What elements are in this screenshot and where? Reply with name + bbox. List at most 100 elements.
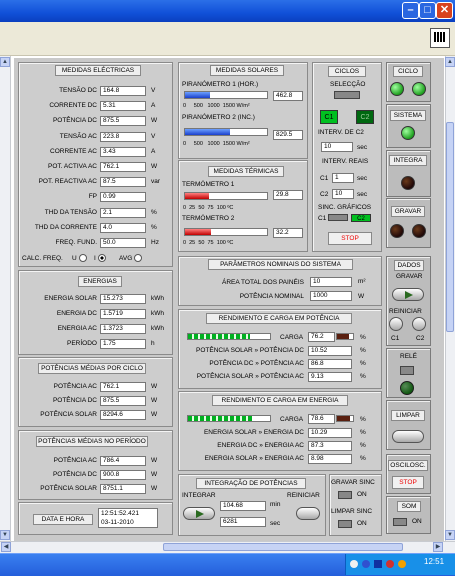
sound-toggle[interactable] bbox=[393, 518, 407, 526]
maximize-button[interactable]: □ bbox=[419, 2, 436, 19]
interv-real-c1-value: 1 bbox=[332, 173, 354, 183]
tray-update-icon[interactable] bbox=[398, 560, 406, 568]
horizontal-scroll-thumb[interactable] bbox=[163, 543, 403, 551]
c2-select-button[interactable]: C2 bbox=[356, 110, 374, 124]
taskbar-clock[interactable]: 12:51 bbox=[424, 557, 444, 566]
avg-period-row-value: 900.8 bbox=[100, 470, 146, 480]
vertical-scroll-thumb[interactable] bbox=[446, 122, 454, 332]
avg-period-title: POTÊNCIAS MÉDIAS NO PERÍODO bbox=[36, 436, 148, 447]
datetime-label: DATA E HORA bbox=[33, 514, 93, 525]
pyranometer-1-value: 462.8 bbox=[273, 91, 303, 101]
restart-integration-button[interactable] bbox=[296, 507, 320, 520]
cycles-stop-button[interactable]: STOP bbox=[328, 232, 372, 245]
close-button[interactable]: ✕ bbox=[436, 2, 453, 19]
save-sync-toggle[interactable] bbox=[338, 491, 352, 499]
restart-c2-button[interactable] bbox=[412, 317, 426, 331]
integrate-label: INTEGRAR bbox=[182, 492, 216, 499]
freq-opt-u[interactable]: U bbox=[72, 254, 87, 263]
electrical-row-value: 0.99 bbox=[100, 192, 146, 203]
restart-c1-button[interactable] bbox=[389, 317, 403, 331]
freq-opt-i-label: I bbox=[94, 255, 96, 262]
data-save-label: GRAVAR bbox=[396, 273, 423, 280]
radio-u-icon[interactable] bbox=[78, 254, 87, 263]
radio-i-icon[interactable] bbox=[97, 254, 106, 263]
avg-period-row-unit: W bbox=[151, 485, 158, 492]
tray-network-icon[interactable] bbox=[362, 560, 370, 568]
thermal-title: MEDIDAS TÉRMICAS bbox=[208, 166, 284, 177]
tick-100: 100 ºC bbox=[216, 240, 234, 246]
electrical-row-unit: var bbox=[151, 178, 161, 186]
pyranometer-1-label: PIRANÓMETRO 1 (HOR.) bbox=[182, 81, 259, 88]
scroll-down-left-icon[interactable]: ▼ bbox=[0, 530, 10, 540]
system-led-icon bbox=[401, 126, 415, 140]
minimize-button[interactable]: – bbox=[402, 2, 419, 19]
c1-select-button[interactable]: C1 bbox=[320, 110, 338, 124]
nominal-power-input[interactable]: 1000 bbox=[310, 291, 352, 301]
interv-c2-input[interactable]: 10 bbox=[321, 142, 353, 152]
radio-avg-icon[interactable] bbox=[134, 254, 143, 263]
avg-cycle-title: POTÊNCIAS MÉDIAS POR CICLO bbox=[38, 363, 146, 374]
left-scrollbar[interactable] bbox=[0, 56, 11, 541]
vi-icon[interactable] bbox=[430, 28, 450, 48]
electrical-row-label: CORRENTE DC bbox=[49, 102, 97, 110]
scroll-up-left-icon[interactable]: ▲ bbox=[0, 57, 10, 67]
electrical-row-unit: % bbox=[151, 208, 157, 216]
thermometer-2-value: 32.2 bbox=[273, 228, 303, 238]
electrical-row-value: 4.0 bbox=[100, 222, 146, 233]
tick-500: 500 bbox=[193, 141, 203, 147]
pyranometer-2-value: 829.5 bbox=[273, 130, 303, 140]
sound-on-label: ON bbox=[412, 518, 422, 525]
tick-500: 500 bbox=[193, 103, 203, 109]
avg-cycle-row-unit: W bbox=[151, 383, 158, 390]
scroll-down-icon[interactable]: ▼ bbox=[445, 530, 455, 540]
integration-sec-unit: sec bbox=[270, 520, 281, 527]
thermometer-1-value: 29.8 bbox=[273, 190, 303, 200]
integration-min-value: 104.68 bbox=[220, 501, 266, 511]
electrical-row-label: FP bbox=[88, 193, 97, 201]
clear-button[interactable] bbox=[392, 430, 424, 443]
electrical-row-label: TENSÃO AC bbox=[59, 132, 97, 140]
freq-opt-i[interactable]: I bbox=[94, 254, 106, 263]
electrical-row-value: 5.31 bbox=[100, 101, 146, 112]
tray-security-icon[interactable] bbox=[386, 560, 394, 568]
save-led-1-icon bbox=[390, 224, 404, 238]
tick-0: 0 bbox=[183, 240, 187, 246]
sync-graphs-toggle[interactable] bbox=[328, 214, 348, 221]
restart-c1-label: C1 bbox=[391, 335, 400, 342]
freq-opt-avg[interactable]: AVG bbox=[119, 254, 143, 263]
area-input[interactable]: 10 bbox=[310, 277, 352, 287]
electrical-row-label: POTÊNCIA DC bbox=[52, 117, 97, 125]
selection-toggle[interactable] bbox=[334, 91, 360, 99]
tray-media-icon[interactable] bbox=[374, 560, 382, 568]
interv-real-c1-label: C1 bbox=[320, 175, 329, 182]
tick-0: 0 bbox=[183, 205, 187, 211]
thermometer-1-bar bbox=[184, 192, 268, 200]
avg-cycle-row-value: 8294.6 bbox=[100, 410, 146, 420]
perf-power-row-label: POTÊNCIA DC » POTÊNCIA AC bbox=[209, 360, 304, 367]
clear-sync-toggle[interactable] bbox=[338, 520, 352, 528]
avg-cycle-row-value: 762.1 bbox=[100, 382, 146, 392]
electrical-row-label: FREQ. FUND. bbox=[55, 239, 97, 246]
restart-c2-label: C2 bbox=[416, 335, 425, 342]
save-sync-label: GRAVAR SINC bbox=[331, 479, 375, 486]
integration-title: INTEGRAÇÃO DE POTÊNCIAS bbox=[196, 478, 306, 489]
tray-arrow-icon[interactable] bbox=[350, 560, 358, 568]
scroll-left-icon[interactable]: ◀ bbox=[1, 542, 11, 552]
relay-led-icon bbox=[400, 381, 414, 395]
integrate-button[interactable] bbox=[183, 507, 215, 520]
time-value: 12:51:52.421 bbox=[101, 510, 139, 517]
energy-row-label: ENERGIA DC bbox=[56, 310, 97, 317]
perf-energy-row-label: ENERGIA SOLAR » ENERGIA DC bbox=[203, 429, 304, 436]
cycle-c1-led-icon bbox=[390, 82, 404, 96]
perf-power-row-label: POTÊNCIA SOLAR » POTÊNCIA AC bbox=[196, 373, 304, 380]
scroll-right-icon[interactable]: ▶ bbox=[433, 542, 443, 552]
energy-row-label: ENERGIA AC bbox=[57, 325, 97, 332]
data-save-button[interactable] bbox=[392, 288, 424, 301]
osc-stop-button[interactable]: STOP bbox=[392, 476, 424, 489]
electrical-row-value: 3.43 bbox=[100, 146, 146, 157]
relay-toggle[interactable] bbox=[400, 366, 414, 375]
scroll-up-icon[interactable]: ▲ bbox=[445, 57, 455, 67]
integra-led-icon bbox=[401, 176, 415, 190]
electrical-row-unit: W bbox=[151, 117, 158, 125]
tick-1000: 1000 bbox=[207, 141, 220, 147]
